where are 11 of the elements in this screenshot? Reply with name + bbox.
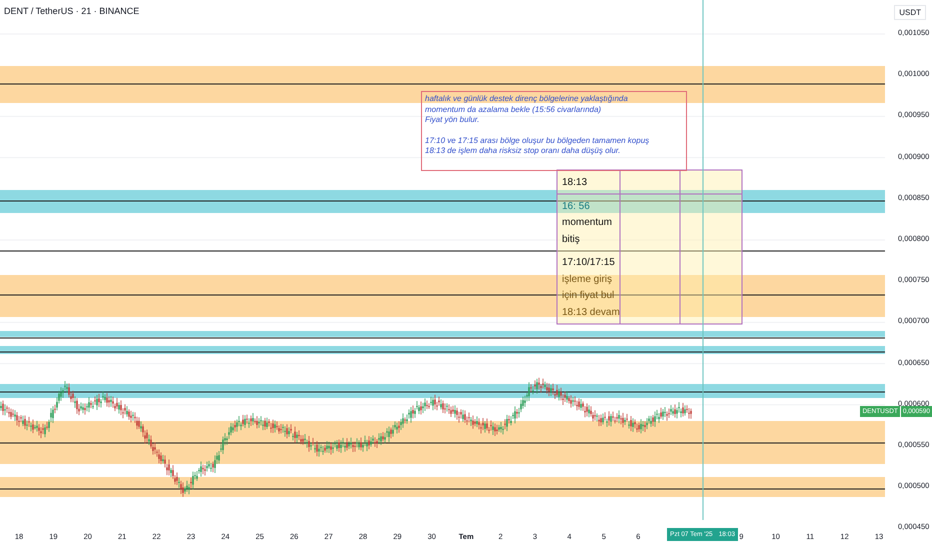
note-paragraph: 17:10 ve 17:15 arası bölge oluşur bu bölgeden tamamen kopuş 18:13 de işlem daha risksiz stop oranı daha düşüş olur.	[425, 136, 650, 156]
chart-title: DENT / TetherUS · 21 · BINANCE	[4, 6, 140, 16]
box-text: 16: 56	[562, 200, 591, 214]
box-text: 17:10/17:15	[562, 256, 616, 270]
box-text: 18:13	[562, 176, 588, 190]
box-text: momentum	[562, 216, 614, 230]
box-text: bitiş	[562, 232, 581, 246]
currency-label[interactable]: USDT	[894, 5, 926, 20]
box-text: 18:13 devam	[562, 306, 620, 320]
box-text: işleme giriş	[562, 272, 614, 286]
note-paragraph: haftalık ve günlük destek direnç bölgelerine yaklaştığında momentum da azalama bekle (15:56 civarlarında) Fiyat yön bulur.	[425, 94, 629, 126]
